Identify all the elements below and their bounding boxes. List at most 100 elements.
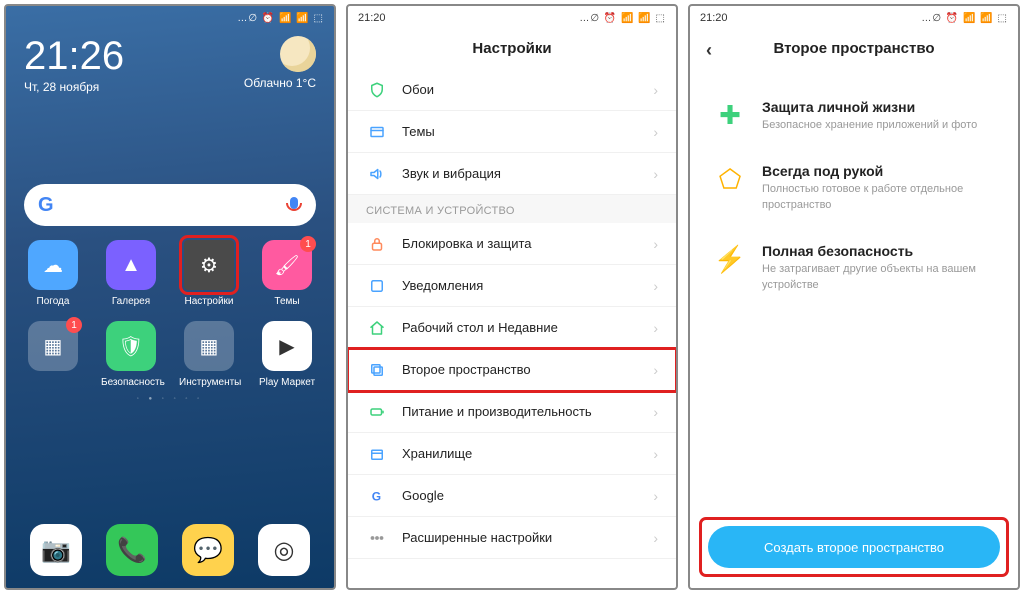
svg-text:G: G	[372, 489, 381, 503]
chevron-right-icon: ›	[653, 236, 658, 252]
feature-title: Полная безопасность	[762, 243, 994, 259]
security-app[interactable]: 🛡 Безопасность	[101, 321, 161, 388]
weather-app-icon: ☁	[28, 240, 78, 290]
app-label: Инструменты	[179, 377, 239, 388]
clock-widget[interactable]: 21:26 Чт, 28 ноября	[24, 36, 124, 94]
app-label: Настройки	[179, 296, 239, 307]
gallery-app-icon: ▲	[106, 240, 156, 290]
wallpaper-item[interactable]: Обои›	[348, 69, 676, 111]
g-icon: G	[366, 487, 388, 505]
app-label: Галерея	[101, 296, 161, 307]
mic-icon[interactable]	[286, 197, 302, 213]
chevron-right-icon: ›	[653, 320, 658, 336]
privacy-feature: ✚ Защита личной жизни Безопасное хранение …	[714, 99, 994, 133]
chevron-right-icon: ›	[653, 488, 658, 504]
clock-date: Чт, 28 ноября	[24, 80, 124, 94]
app-label: Безопасность	[101, 377, 161, 388]
google-item[interactable]: G Google›	[348, 475, 676, 517]
tools-folder-icon: ▦1	[28, 321, 78, 371]
status-icons: …∅ ⏰ 📶 📶 ⬚	[237, 13, 324, 24]
row-label: Хранилище	[402, 446, 653, 461]
sound-item[interactable]: Звук и вибрация›	[348, 153, 676, 195]
weather-widget[interactable]: Облачно 1°C	[244, 36, 316, 90]
app-label: Погода	[23, 296, 83, 307]
dots-icon	[366, 529, 388, 547]
status-time: 21:20	[358, 12, 386, 24]
notifications-item[interactable]: Уведомления›	[348, 265, 676, 307]
security-feature: ⚡ Полная безопасность Не затрагивает други…	[714, 243, 994, 293]
settings-app-icon: ⚙	[184, 240, 234, 290]
privacy-feature-icon: ✚	[714, 99, 746, 131]
feature-desc: Безопасное хранение приложений и фото	[762, 118, 977, 133]
phone-home-screen: …∅ ⏰ 📶 📶 ⬚ 21:26 Чт, 28 ноября Облачно 1…	[4, 4, 336, 590]
chevron-right-icon: ›	[653, 530, 658, 546]
lock-icon	[366, 235, 388, 253]
phone-second-space-screen: 21:20 …∅ ⏰ 📶 📶 ⬚ ‹ Второе пространство ✚…	[688, 4, 1020, 590]
row-label: Уведомления	[402, 278, 653, 293]
clock-time: 21:26	[24, 36, 124, 76]
status-bar: …∅ ⏰ 📶 📶 ⬚	[6, 6, 334, 26]
chevron-right-icon: ›	[653, 82, 658, 98]
phone-settings-screen: 21:20 …∅ ⏰ 📶 📶 ⬚ Настройки Обои›Темы›Зву…	[346, 4, 678, 590]
feature-desc: Не затрагивает другие объекты на вашем у…	[762, 262, 994, 293]
chevron-right-icon: ›	[653, 404, 658, 420]
app-label: Play Маркет	[257, 377, 317, 388]
row-label: Google	[402, 488, 653, 503]
chrome-app[interactable]: ◎	[258, 524, 310, 576]
lock-security-item[interactable]: Блокировка и защита›	[348, 223, 676, 265]
home-icon	[366, 319, 388, 337]
handy-feature: ⬠Всегда под рукойПолностью готовое к раб…	[714, 163, 994, 213]
create-second-space-button[interactable]: Создать второе пространство	[708, 526, 1000, 568]
status-bar: 21:20 …∅ ⏰ 📶 📶 ⬚	[690, 6, 1018, 26]
advanced-item[interactable]: Расширенные настройки›	[348, 517, 676, 559]
feature-title: Защита личной жизни	[762, 99, 977, 115]
row-label: Темы	[402, 124, 653, 139]
row-label: Расширенные настройки	[402, 530, 653, 545]
themes-app[interactable]: 🖌1 Темы	[257, 240, 317, 307]
tools-folder[interactable]: ▦1	[23, 321, 83, 388]
google-search-bar[interactable]: G	[24, 184, 316, 226]
back-button[interactable]: ‹	[706, 40, 712, 61]
status-bar: 21:20 …∅ ⏰ 📶 📶 ⬚	[348, 6, 676, 26]
row-label: Звук и вибрация	[402, 166, 653, 181]
instruments-folder-icon: ▦	[184, 321, 234, 371]
row-label: Питание и производительность	[402, 404, 653, 419]
row-label: Обои	[402, 82, 653, 97]
square-icon	[366, 277, 388, 295]
frame-icon	[366, 123, 388, 141]
badge: 1	[66, 317, 82, 333]
camera-app[interactable]: 📷	[30, 524, 82, 576]
phone-app[interactable]: 📞	[106, 524, 158, 576]
weather-app[interactable]: ☁ Погода	[23, 240, 83, 307]
chevron-right-icon: ›	[653, 278, 658, 294]
themes-app-icon: 🖌1	[262, 240, 312, 290]
box-icon	[366, 445, 388, 463]
page-indicator: ◦ ● ◦ ◦ ◦ ◦	[6, 396, 334, 402]
sound-icon	[366, 165, 388, 183]
security-feature-icon: ⚡	[714, 243, 746, 275]
badge: 1	[300, 236, 316, 252]
themes-item[interactable]: Темы›	[348, 111, 676, 153]
gallery-app[interactable]: ▲ Галерея	[101, 240, 161, 307]
handy-feature-icon: ⬠	[714, 163, 746, 195]
feature-title: Всегда под рукой	[762, 163, 994, 179]
instruments-folder[interactable]: ▦ Инструменты	[179, 321, 239, 388]
storage-item[interactable]: Хранилище›	[348, 433, 676, 475]
app-label: Темы	[257, 296, 317, 307]
section-header: СИСТЕМА И УСТРОЙСТВО	[348, 195, 676, 223]
messages-app[interactable]: 💬	[182, 524, 234, 576]
battery-perf-item[interactable]: Питание и производительность›	[348, 391, 676, 433]
home-recents-item[interactable]: Рабочий стол и Недавние›	[348, 307, 676, 349]
security-app-icon: 🛡	[106, 321, 156, 371]
chevron-right-icon: ›	[653, 362, 658, 378]
second-space-item[interactable]: Второе пространство›	[348, 349, 676, 391]
batt-icon	[366, 403, 388, 421]
google-logo: G	[38, 194, 54, 217]
copy-icon	[366, 361, 388, 379]
row-label: Рабочий стол и Недавние	[402, 320, 653, 335]
row-label: Блокировка и защита	[402, 236, 653, 251]
page-title: Настройки	[348, 26, 676, 69]
play-store-app[interactable]: ▶Play Маркет	[257, 321, 317, 388]
settings-app[interactable]: ⚙ Настройки	[179, 240, 239, 307]
status-time: 21:20	[700, 12, 728, 24]
